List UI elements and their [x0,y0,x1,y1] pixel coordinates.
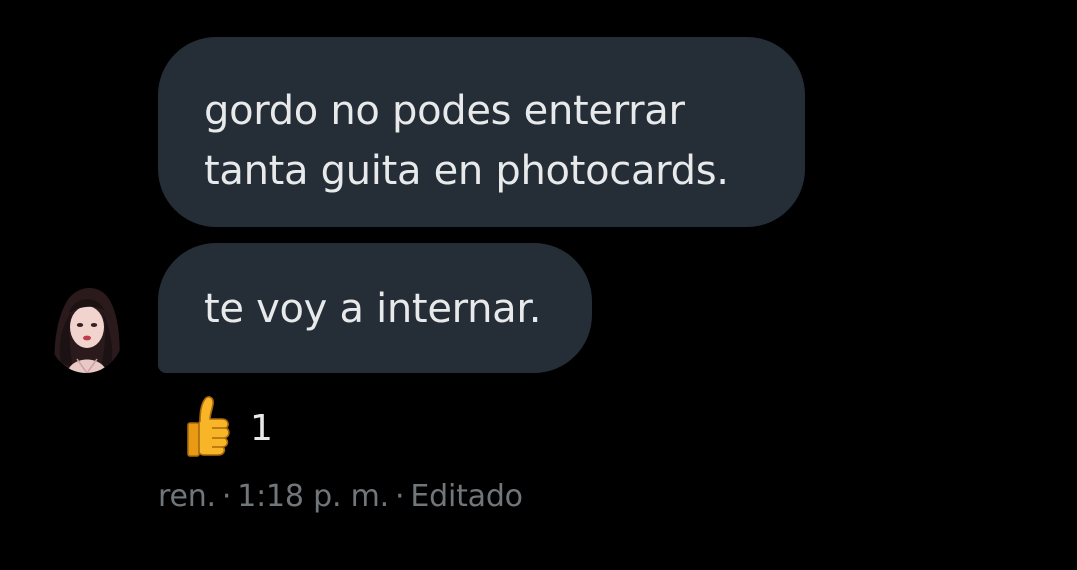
meta-separator: · [395,479,405,514]
message-text: gordo no podes enterrar tanta guita en p… [204,88,729,194]
thumbs-up-icon [186,395,236,463]
meta-separator: · [221,479,232,514]
reaction-pill[interactable]: 1 [186,395,273,463]
message-bubble[interactable]: te voy a internar. [158,243,592,373]
edited-label: Editado [410,479,523,514]
message-text: te voy a internar. [204,286,542,332]
message-meta: ren. · 1:18 p. m. · Editado [158,477,523,517]
message-time: 1:18 p. m. [237,479,390,514]
sender-name: ren. [158,479,216,514]
reaction-count: 1 [250,408,273,449]
avatar[interactable] [47,283,125,373]
message-bubble[interactable]: gordo no podes enterrar tanta guita en p… [158,37,805,227]
avatar-image [47,283,125,373]
